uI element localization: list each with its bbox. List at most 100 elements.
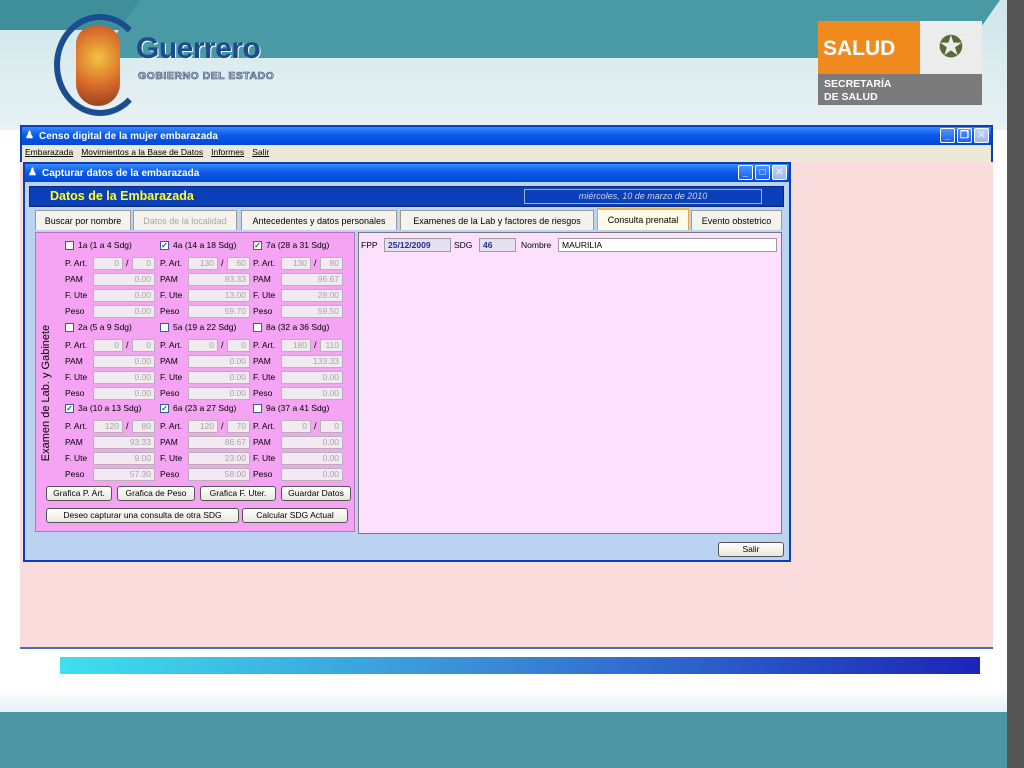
fondo-uterino-field[interactable]: 9.00 — [93, 452, 155, 465]
pam-field[interactable]: 86.67 — [188, 436, 250, 449]
exam-title: 8a (32 a 36 Sdg) — [266, 322, 330, 332]
dialog-maximize-button[interactable]: □ — [755, 165, 770, 180]
presion-sistolica-field[interactable]: 0 — [188, 339, 218, 352]
fondo-uterino-field[interactable]: 0.00 — [281, 371, 343, 384]
presion-diastolica-field[interactable]: 80 — [132, 420, 155, 433]
menu-embarazada[interactable]: Embarazada — [25, 147, 73, 157]
guerrero-subtitle: GOBIERNO DEL ESTADO — [138, 70, 275, 83]
close-button-disabled: ✕ — [974, 128, 989, 143]
exam-checkbox[interactable] — [160, 323, 169, 332]
minimize-button[interactable]: _ — [940, 128, 955, 143]
fpp-field[interactable]: 25/12/2009 — [384, 238, 451, 252]
pam-field[interactable]: 83.33 — [188, 273, 250, 286]
presion-sistolica-field[interactable]: 130 — [188, 257, 218, 270]
pam-field[interactable]: 93.33 — [93, 436, 155, 449]
exam-title: 4a (14 a 18 Sdg) — [173, 240, 237, 250]
pam-field[interactable]: 96.67 — [281, 273, 343, 286]
calcular-sdg-button[interactable]: Calcular SDG Actual — [242, 508, 348, 523]
tab-antecedentes[interactable]: Antecedentes y datos personales — [241, 210, 397, 230]
pam-field[interactable]: 0.00 — [93, 273, 155, 286]
mexico-eagle-icon: ✪ — [920, 21, 982, 74]
pam-field[interactable]: 0.00 — [188, 355, 250, 368]
main-window-titlebar[interactable]: ♟ Censo digital de la mujer embarazada _… — [22, 127, 991, 145]
fondo-uterino-field[interactable]: 28.00 — [281, 289, 343, 302]
menu-informes[interactable]: Informes — [211, 147, 244, 157]
exam-checkbox[interactable]: ✓ — [160, 404, 169, 413]
peso-label: Peso — [160, 306, 180, 316]
nombre-field[interactable]: MAURILIA — [558, 238, 777, 252]
peso-field[interactable]: 0.00 — [281, 468, 343, 481]
presion-sistolica-field[interactable]: 180 — [281, 339, 311, 352]
tab-evento-obstetrico[interactable]: Evento obstetrico — [691, 210, 782, 230]
presion-separator: / — [126, 421, 129, 431]
pam-field[interactable]: 133.33 — [281, 355, 343, 368]
slide-bottom-band — [0, 712, 1007, 768]
presion-diastolica-field[interactable]: 80 — [320, 257, 343, 270]
exam-checkbox[interactable] — [253, 404, 262, 413]
presion-diastolica-field[interactable]: 70 — [227, 420, 250, 433]
exam-checkbox[interactable] — [65, 323, 74, 332]
pam-label: PAM — [65, 437, 83, 447]
peso-field[interactable]: 0.00 — [281, 387, 343, 400]
sdg-field[interactable]: 46 — [479, 238, 516, 252]
fondo-uterino-field[interactable]: 0.00 — [281, 452, 343, 465]
header-date: miércoles, 10 de marzo de 2010 — [524, 189, 762, 204]
pam-label: PAM — [160, 274, 178, 284]
fondo-uterino-field[interactable]: 0.00 — [188, 371, 250, 384]
exam-title: 3a (10 a 13 Sdg) — [78, 403, 142, 413]
salud-orange-block: SALUD — [818, 21, 920, 74]
presion-sistolica-field[interactable]: 0 — [93, 339, 123, 352]
presion-sistolica-field[interactable]: 0 — [281, 420, 311, 433]
tab-examenes[interactable]: Examenes de la Lab y factores de riesgos — [400, 210, 594, 230]
tab-consulta-prenatal[interactable]: Consulta prenatal — [597, 208, 689, 230]
presion-sistolica-field[interactable]: 130 — [281, 257, 311, 270]
presion-diastolica-field[interactable]: 0 — [132, 257, 155, 270]
peso-field[interactable]: 59.50 — [281, 305, 343, 318]
grafica-presion-button[interactable]: Grafica P. Art. — [46, 486, 112, 501]
fondo-uterino-label: F. Ute — [253, 372, 276, 382]
presion-diastolica-field[interactable]: 110 — [320, 339, 343, 352]
app-user-icon: ♟ — [25, 130, 34, 141]
peso-field[interactable]: 57.30 — [93, 468, 155, 481]
dialog-close-button-disabled: ✕ — [772, 165, 787, 180]
dialog-minimize-button[interactable]: _ — [738, 165, 753, 180]
peso-field[interactable]: 0.00 — [93, 387, 155, 400]
menu-movimientos[interactable]: Movimientos a la Base de Datos — [81, 147, 203, 157]
fondo-uterino-field[interactable]: 0.00 — [93, 371, 155, 384]
peso-field[interactable]: 59.70 — [188, 305, 250, 318]
salir-button[interactable]: Salir — [718, 542, 784, 557]
peso-field[interactable]: 0.00 — [93, 305, 155, 318]
exam-checkbox[interactable] — [65, 241, 74, 250]
fondo-uterino-field[interactable]: 0.00 — [93, 289, 155, 302]
peso-field[interactable]: 0.00 — [188, 387, 250, 400]
fondo-uterino-label: F. Ute — [160, 372, 183, 382]
menu-salir[interactable]: Salir — [252, 147, 269, 157]
presion-sistolica-field[interactable]: 0 — [93, 257, 123, 270]
grafica-peso-button[interactable]: Grafica de Peso — [117, 486, 195, 501]
presion-diastolica-field[interactable]: 0 — [320, 420, 343, 433]
presion-diastolica-field[interactable]: 0 — [132, 339, 155, 352]
pam-field[interactable]: 0.00 — [281, 436, 343, 449]
exam-checkbox[interactable]: ✓ — [160, 241, 169, 250]
fondo-uterino-field[interactable]: 23.00 — [188, 452, 250, 465]
grafica-fondo-uterino-button[interactable]: Grafica F. Uter. — [200, 486, 276, 501]
peso-field[interactable]: 58.00 — [188, 468, 250, 481]
pam-field[interactable]: 0.00 — [93, 355, 155, 368]
restore-button[interactable]: ❐ — [957, 128, 972, 143]
presion-diastolica-field[interactable]: 60 — [227, 257, 250, 270]
guardar-datos-button[interactable]: Guardar Datos — [281, 486, 351, 501]
exam-checkbox[interactable]: ✓ — [253, 241, 262, 250]
fondo-uterino-field[interactable]: 13.00 — [188, 289, 250, 302]
peso-label: Peso — [65, 469, 85, 479]
capturar-otra-sdg-button[interactable]: Deseo capturar una consulta de otra SDG — [46, 508, 239, 523]
tab-buscar-por-nombre[interactable]: Buscar por nombre — [35, 210, 131, 230]
exam-checkbox[interactable]: ✓ — [65, 404, 74, 413]
pam-label: PAM — [160, 356, 178, 366]
gradient-bar — [60, 657, 980, 674]
presion-diastolica-field[interactable]: 0 — [227, 339, 250, 352]
exam-checkbox[interactable] — [253, 323, 262, 332]
presion-sistolica-field[interactable]: 120 — [188, 420, 218, 433]
guerrero-logo: Guerrero GOBIERNO DEL ESTADO — [52, 14, 282, 116]
presion-sistolica-field[interactable]: 120 — [93, 420, 123, 433]
capture-dialog-titlebar[interactable]: ♟ Capturar datos de la embarazada _ □ ✕ — [25, 164, 789, 182]
